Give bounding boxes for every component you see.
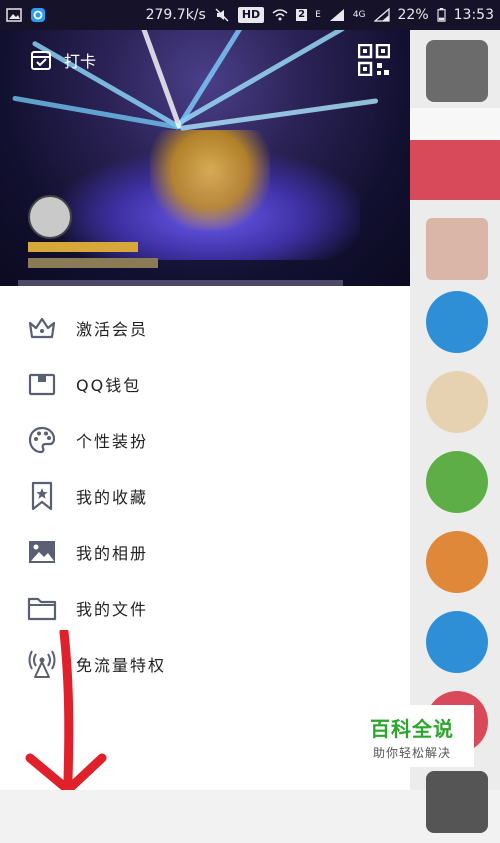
signal-icon-2 [373, 8, 390, 22]
menu-item-wallet[interactable]: QQ钱包 [0, 356, 410, 412]
list-item [410, 525, 500, 603]
menu-label: 我的相册 [76, 544, 149, 563]
list-item [410, 210, 500, 288]
wallet-icon [26, 368, 58, 400]
list-item [410, 30, 500, 108]
sim-badge: 2 [296, 9, 308, 21]
list-item [410, 365, 500, 443]
list-item [410, 605, 500, 683]
username-blurred [28, 242, 138, 252]
status-bar: 279.7k/s HD 2 E 4G 22% 13:53 [0, 0, 500, 30]
menu-label: 激活会员 [76, 320, 149, 339]
bookmark-star-icon [26, 480, 58, 512]
menu-label: 我的文件 [76, 600, 149, 619]
avatar [426, 531, 488, 593]
menu-item-theme[interactable]: 个性装扮 [0, 412, 410, 468]
menu-label: 个性装扮 [76, 432, 149, 451]
list-item [410, 765, 500, 843]
checkin-label: 打卡 [64, 52, 97, 71]
crown-icon [26, 312, 58, 344]
calendar-check-icon [31, 51, 51, 70]
hd-badge: HD [237, 7, 265, 23]
signal-e-label: E [315, 10, 321, 20]
photo-icon [26, 536, 58, 568]
conversation-list-background [410, 30, 500, 833]
avatar [426, 371, 488, 433]
avatar [426, 40, 488, 102]
menu-item-album[interactable]: 我的相册 [0, 524, 410, 580]
network-4g-label: 4G [352, 10, 366, 20]
avatar[interactable] [28, 195, 72, 239]
battery-icon [437, 8, 446, 22]
watermark-title: 百科全说 [370, 717, 454, 741]
profile-header[interactable]: 打卡 [0, 30, 410, 286]
watermark-subtitle: 助你轻松解决 [372, 746, 451, 760]
signal-icon [329, 9, 344, 21]
stage-spotlight [150, 130, 270, 230]
menu-label: QQ钱包 [76, 376, 142, 395]
clock-time: 13:53 [453, 7, 494, 23]
annotation-arrow [25, 630, 107, 790]
qr-code-icon[interactable] [358, 44, 390, 76]
battery-percent: 22% [397, 7, 429, 23]
avatar [426, 771, 488, 833]
qq-app-icon [31, 8, 45, 22]
list-item [410, 445, 500, 523]
net-speed: 279.7k/s [145, 7, 206, 23]
signature-blurred [28, 258, 158, 268]
banner-thumbnail [410, 140, 500, 200]
menu-item-vip[interactable]: 激活会员 [0, 300, 410, 356]
menu-item-files[interactable]: 我的文件 [0, 580, 410, 636]
palette-icon [26, 424, 58, 456]
wifi-icon [272, 9, 288, 21]
avatar [426, 451, 488, 513]
image-icon [6, 8, 22, 22]
checkin-button[interactable]: 打卡 [30, 48, 96, 72]
menu-item-favorites[interactable]: 我的收藏 [0, 468, 410, 524]
folder-icon [26, 592, 58, 624]
list-item [410, 285, 500, 363]
header-divider-bar [18, 280, 343, 286]
avatar [426, 218, 488, 280]
mute-icon [215, 8, 229, 22]
watermark-logo: 百科全说 助你轻松解决 [350, 705, 474, 767]
menu-label: 我的收藏 [76, 488, 149, 507]
avatar [426, 611, 488, 673]
avatar [426, 291, 488, 353]
